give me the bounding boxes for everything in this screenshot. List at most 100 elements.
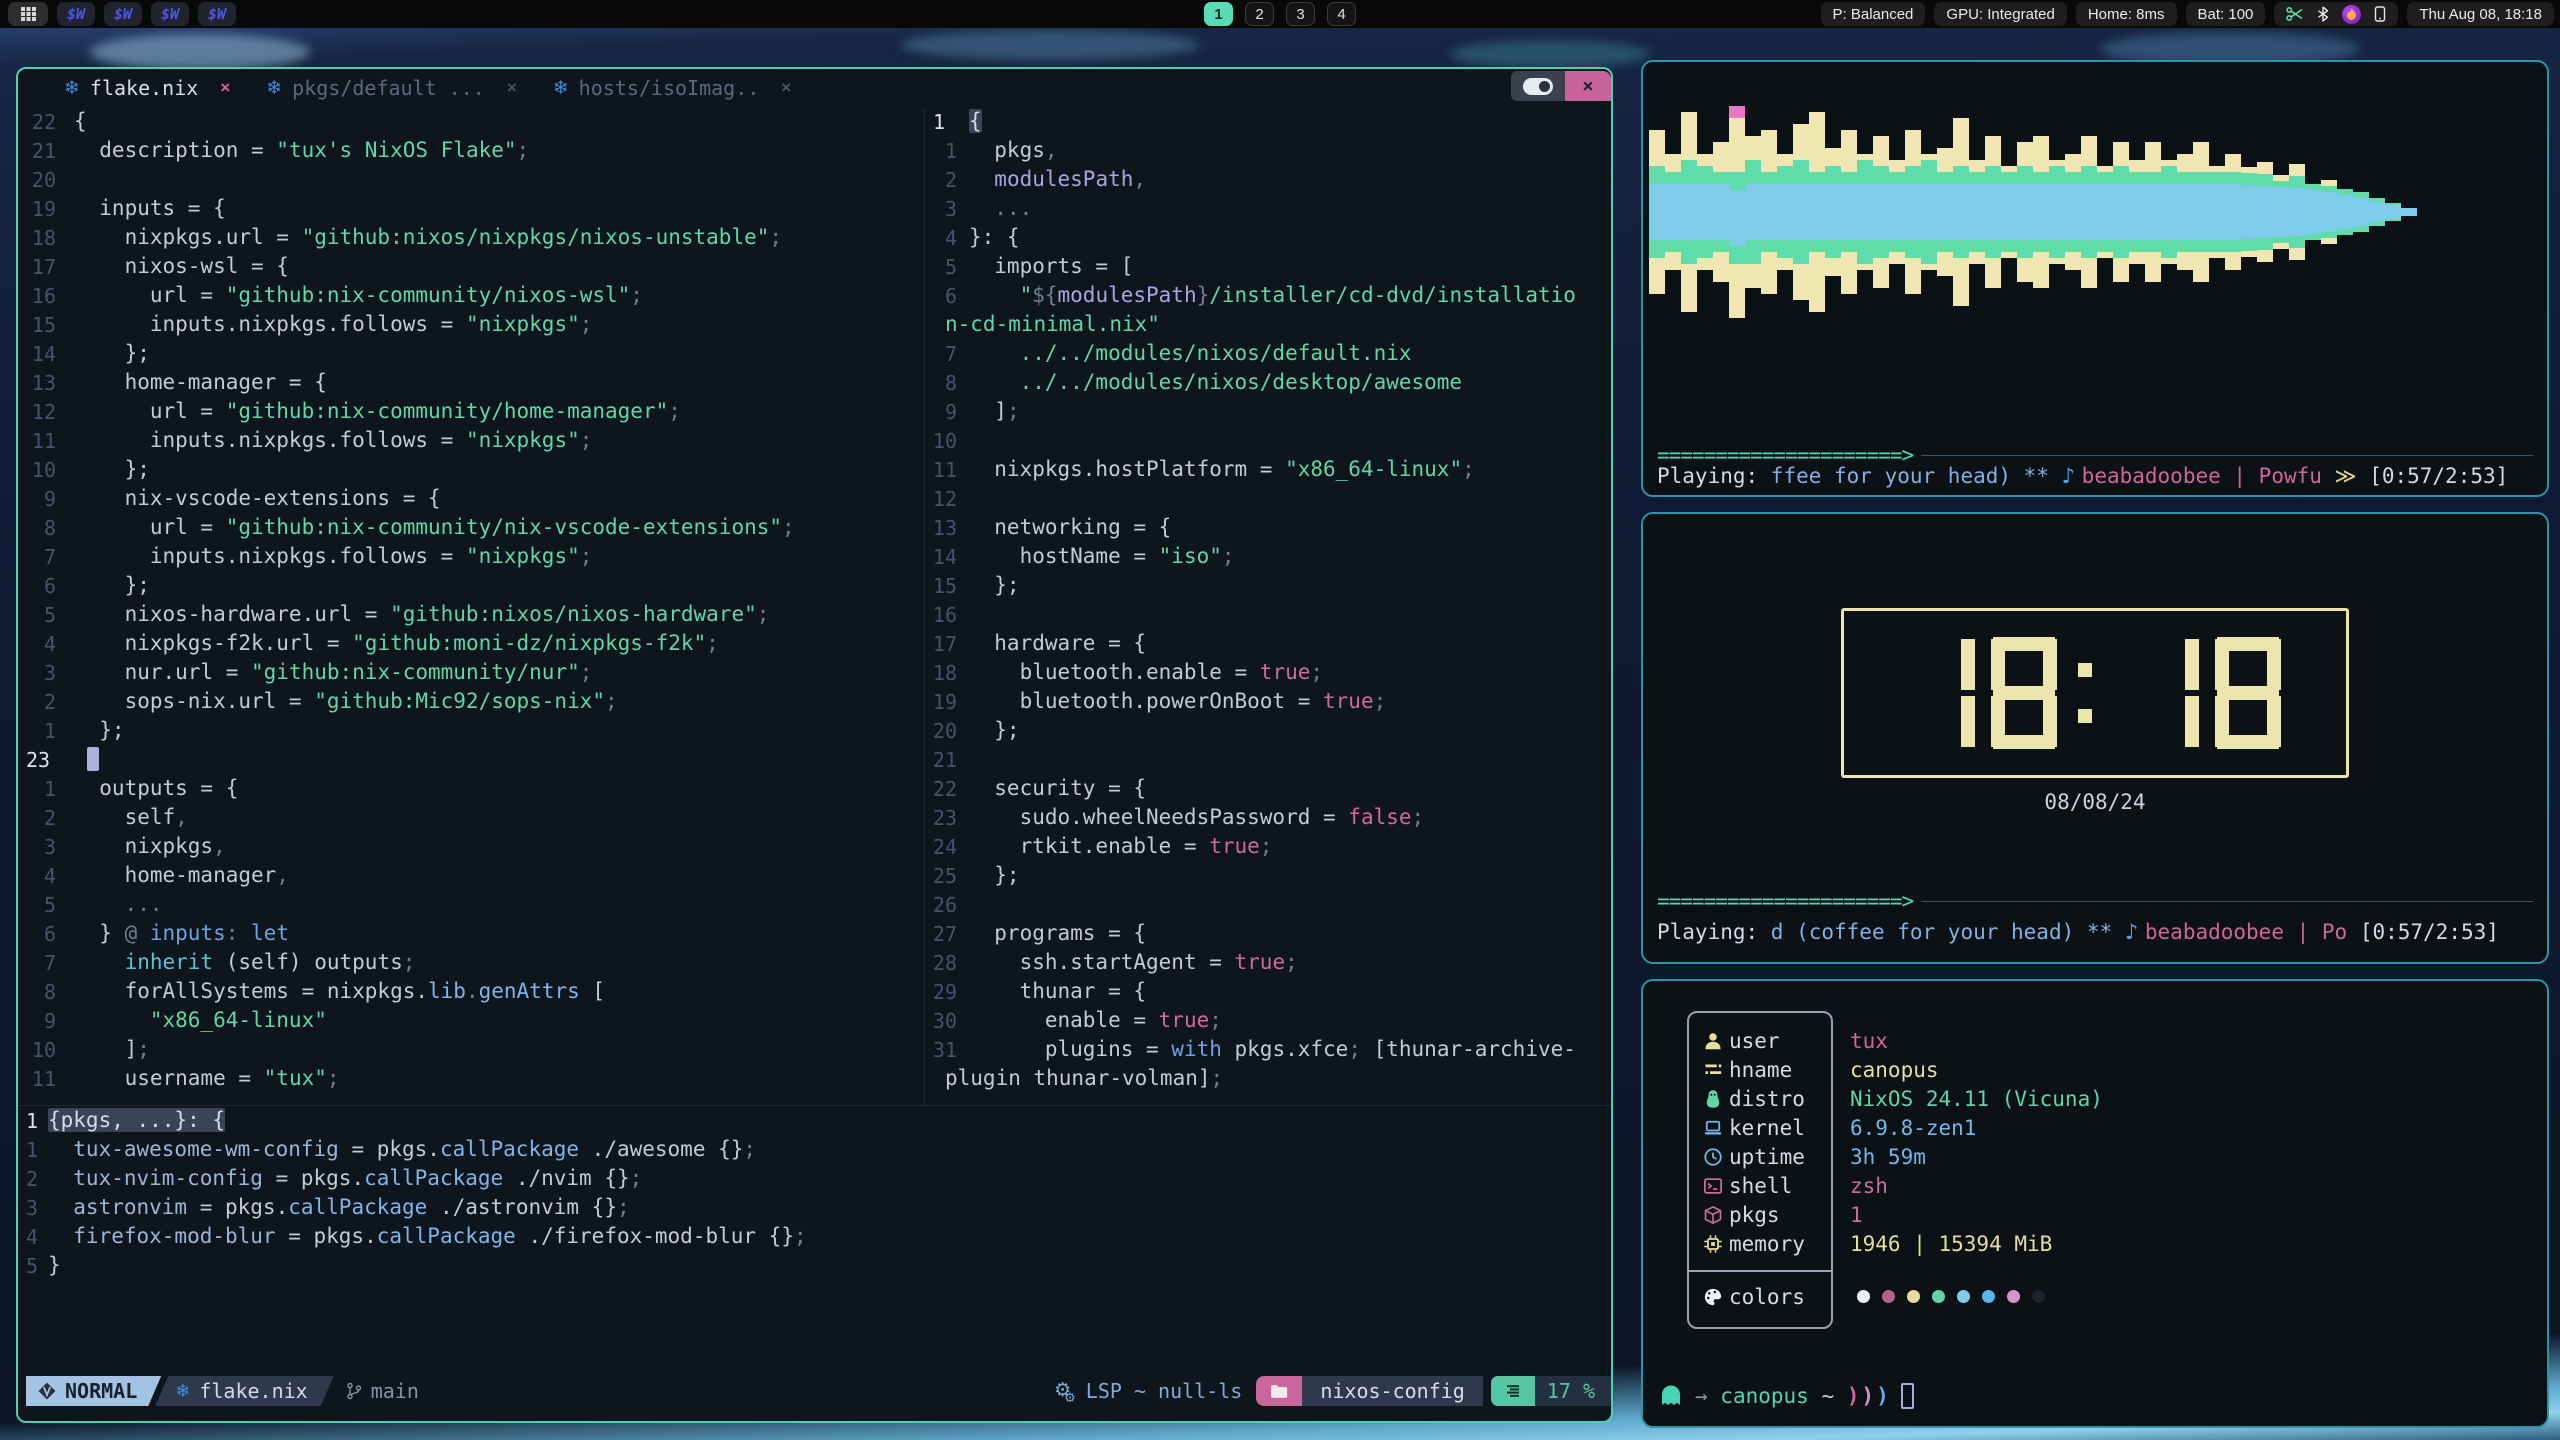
tab-flake-nix[interactable]: ❄flake.nix× (64, 76, 230, 100)
visualizer-column (2401, 74, 2417, 350)
tab-close-icon[interactable]: × (220, 78, 230, 98)
line-number: 27 (925, 922, 969, 946)
code-line: 23 sudo.wheelNeedsPassword = false; (925, 803, 1611, 832)
code-line: 24 rtkit.enable = true; (925, 832, 1611, 861)
lsp-label: LSP ~ null-ls (1086, 1379, 1243, 1403)
datetime-pill[interactable]: Thu Aug 08, 18:18 (2407, 2, 2554, 26)
fetch-row-colors: colors (1703, 1282, 2535, 1311)
code-line: 31 plugins = with pkgs.xfce; [thunar-arc… (925, 1035, 1611, 1064)
code-line: 2 sops-nix.url = "github:Mic92/sops-nix"… (18, 687, 924, 716)
code-line: 3 astronvim = pkgs.callPackage ./astronv… (18, 1193, 1611, 1222)
prompt-chevron: ) (1861, 1384, 1876, 1408)
tag-1[interactable]: 1 (1204, 2, 1233, 26)
tab-close-icon[interactable]: × (507, 78, 517, 98)
line-content: nixos-wsl = { (74, 252, 289, 281)
code-line: 4}: { (925, 223, 1611, 252)
workspace-button-4[interactable]: $W (198, 2, 236, 26)
visualizer-column (2495, 74, 2511, 350)
code-line: 9 "x86_64-linux" (18, 1006, 924, 1035)
tab-label: flake.nix (90, 76, 198, 100)
visualizer-column (1761, 74, 1777, 350)
tab-hosts-isoImag-[interactable]: ❄hosts/isoImag..× (553, 76, 791, 100)
visualizer-column (1937, 74, 1953, 350)
window-close-button[interactable]: × (1565, 71, 1611, 101)
visualizer-column (1921, 74, 1937, 350)
line-number: 7 (18, 545, 74, 569)
line-content: sudo.wheelNeedsPassword = false; (969, 803, 1424, 832)
terminal-prompt[interactable]: → canopus ~ ))) (1659, 1381, 1914, 1410)
line-number: 6 (925, 284, 969, 308)
line-number: 1 (18, 719, 74, 743)
line-number: 9 (18, 1009, 74, 1033)
scroll-indicator-segment (1491, 1376, 1535, 1406)
fetch-label: distro (1729, 1087, 1805, 1111)
tab-pkgs-default-[interactable]: ❄pkgs/default ...× (266, 76, 517, 100)
code-line: 2 modulesPath, (925, 165, 1611, 194)
lines-icon (1505, 1383, 1521, 1399)
line-content: }; (74, 339, 150, 368)
visualizer-column (1969, 74, 1985, 350)
line-number: 21 (925, 748, 969, 772)
visualizer-column (1953, 74, 1969, 350)
line-content: } @ inputs: let (74, 919, 289, 948)
window-toggle-button[interactable] (1511, 71, 1565, 101)
progress-dashes: =====================> (1657, 889, 1913, 913)
visualizer-column (2289, 74, 2305, 350)
tag-3[interactable]: 3 (1286, 2, 1315, 26)
visualizer-column (2193, 74, 2209, 350)
line-number: 14 (925, 545, 969, 569)
code-line: 6 "${modulesPath}/installer/cd-dvd/insta… (925, 281, 1611, 310)
line-content: url = "github:nix-community/home-manager… (74, 397, 681, 426)
tab-close-icon[interactable]: × (781, 78, 791, 98)
line-number: 12 (925, 487, 969, 511)
top-bar: $W $W $W $W 1234 P: Balanced GPU: Integrated… (0, 0, 2560, 28)
file-segment[interactable]: ❄ flake.nix (155, 1376, 333, 1406)
tag-2[interactable]: 2 (1245, 2, 1274, 26)
system-fetch-widget: usertuxhnamecanopusdistroNixOS 24.11 (Vi… (1641, 979, 2549, 1428)
workspace-button-2[interactable]: $W (104, 2, 142, 26)
fetch-value: 3h 59m (1850, 1145, 1926, 1169)
line-number: 8 (18, 980, 74, 1004)
bluetooth-icon (2317, 6, 2329, 22)
palette-dot-6 (1982, 1290, 1995, 1303)
workspace-button-1[interactable]: $W (57, 2, 95, 26)
clock-digit (2215, 637, 2281, 749)
code-pane-iso-image[interactable]: 1{1 pkgs,2 modulesPath,3 ...4}: {5 impor… (925, 107, 1611, 1105)
code-line: 11 inputs.nixpkgs.follows = "nixpkgs"; (18, 426, 924, 455)
visualizer-column (2448, 74, 2464, 350)
line-number: 5 (18, 1254, 48, 1278)
line-content: forAllSystems = nixpkgs.lib.genAttrs [ (74, 977, 605, 1006)
memory-icon (1703, 1234, 1729, 1254)
code-line: plugin thunar-volman]; (925, 1064, 1611, 1093)
launcher-button[interactable] (8, 2, 48, 26)
code-line: 26 (925, 890, 1611, 919)
visualizer-column (2510, 74, 2526, 350)
line-content: hardware = { (969, 629, 1146, 658)
code-line: 12 url = "github:nix-community/home-mana… (18, 397, 924, 426)
line-content: pkgs, (969, 136, 1058, 165)
fetch-label: memory (1729, 1232, 1805, 1256)
tag-4[interactable]: 4 (1327, 2, 1356, 26)
status-pill-2: GPU: Integrated (1934, 2, 2066, 26)
line-number: 19 (925, 690, 969, 714)
code-line: 3 nur.url = "github:nix-community/nur"; (18, 658, 924, 687)
status-pill-1: P: Balanced (1821, 2, 1926, 26)
visualizer-column (2145, 74, 2161, 350)
code-pane-pkgs-default[interactable]: 1{pkgs, ...}: {1 tux-awesome-wm-config =… (18, 1106, 1611, 1346)
distro-icon (1703, 1089, 1729, 1109)
fetch-row-kernel: kernel6.9.8-zen1 (1703, 1113, 2535, 1142)
system-tray[interactable] (2274, 2, 2398, 26)
visualizer-column (2369, 74, 2385, 350)
branch-segment[interactable]: main (346, 1379, 419, 1403)
hostname-icon (1703, 1060, 1729, 1080)
visualizer-column (2241, 74, 2257, 350)
visualizer-column (2257, 74, 2273, 350)
code-line: 17 hardware = { (925, 629, 1611, 658)
line-content: { (969, 107, 982, 136)
line-number: 1 (925, 110, 969, 134)
line-number: 4 (925, 226, 969, 250)
workspace-button-3[interactable]: $W (151, 2, 189, 26)
code-pane-flake[interactable]: 22{21 description = "tux's NixOS Flake";… (18, 107, 924, 1105)
prompt-chevrons: ))) (1847, 1384, 1891, 1408)
fetch-value: 1 (1850, 1203, 1863, 1227)
